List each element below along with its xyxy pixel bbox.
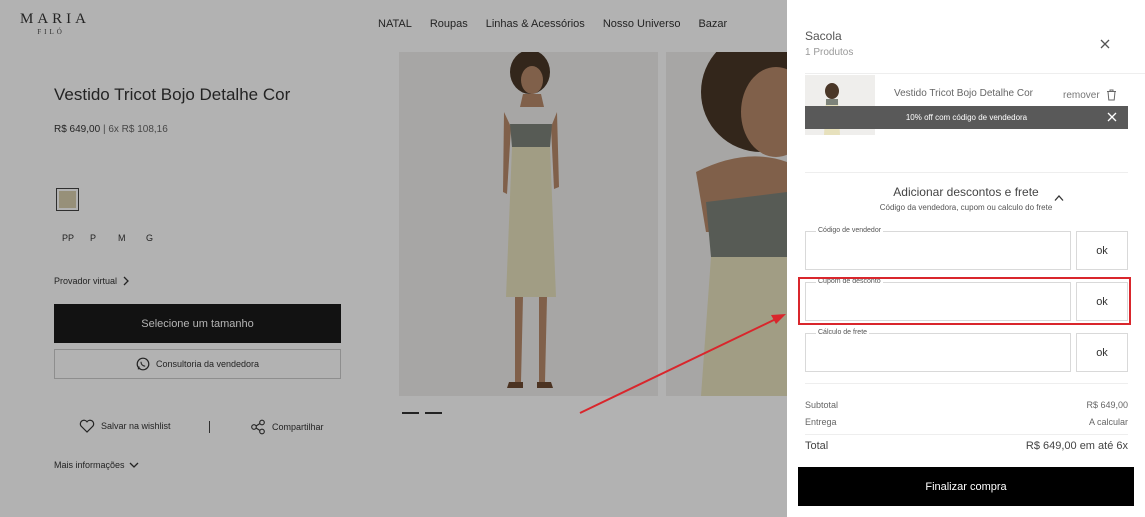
divider	[805, 73, 1145, 74]
discounts-title[interactable]: Adicionar descontos e frete	[787, 185, 1145, 199]
trash-icon	[1106, 89, 1116, 101]
subtotal-value: R$ 649,00	[1086, 400, 1128, 410]
shipping-field[interactable]: Cálculo de frete	[805, 329, 1071, 372]
toast-message: 10% off com código de vendedora	[905, 113, 1028, 122]
delivery-label: Entrega	[805, 417, 837, 427]
close-icon[interactable]	[1106, 111, 1118, 123]
seller-code-field[interactable]: Código de vendedor	[805, 227, 1071, 270]
delivery-value: A calcular	[1088, 417, 1128, 427]
cart-item-count: 1 Produtos	[805, 47, 854, 58]
chevron-up-icon[interactable]	[1054, 194, 1064, 202]
checkout-button[interactable]: Finalizar compra	[798, 467, 1134, 506]
divider	[805, 434, 1128, 435]
subtotal-row: Subtotal R$ 649,00	[805, 400, 1128, 410]
cart-drawer: Sacola 1 Produtos Vestido Tricot Bojo De…	[787, 0, 1145, 517]
cart-item-name[interactable]: Vestido Tricot Bojo Detalhe Cor	[894, 88, 1033, 99]
close-icon[interactable]	[1098, 37, 1112, 51]
total-label: Total	[805, 440, 829, 452]
remove-item-button[interactable]: remover	[1063, 89, 1117, 101]
subtotal-label: Subtotal	[805, 400, 839, 410]
page-dim-overlay[interactable]	[0, 0, 787, 517]
total-row: Total R$ 649,00 em até 6x	[805, 440, 1128, 452]
seller-code-ok-button[interactable]: ok	[1076, 231, 1128, 270]
remove-label: remover	[1063, 89, 1100, 101]
shipping-input[interactable]	[806, 334, 1070, 371]
shipping-ok-button[interactable]: ok	[1076, 333, 1128, 372]
cart-title: Sacola	[805, 29, 842, 43]
divider	[805, 172, 1128, 173]
delivery-row: Entrega A calcular	[805, 417, 1128, 427]
seller-code-toast: 10% off com código de vendedora	[805, 106, 1128, 129]
seller-code-input[interactable]	[806, 232, 1070, 269]
total-value: R$ 649,00 em até 6x	[1025, 440, 1128, 452]
divider	[805, 383, 1128, 384]
discounts-subtitle: Código da vendedora, cupom ou calculo do…	[879, 203, 1053, 212]
coupon-highlight-box	[798, 277, 1131, 325]
